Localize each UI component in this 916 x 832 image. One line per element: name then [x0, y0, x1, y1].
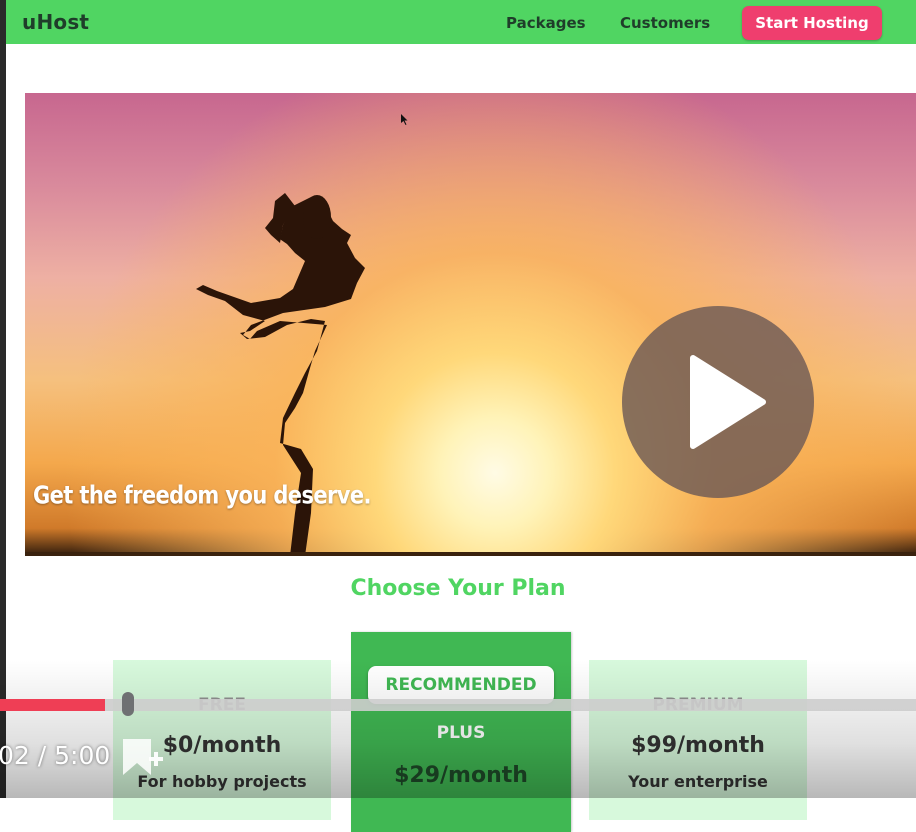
hero-image: Get the freedom you deserve.: [25, 93, 916, 556]
play-button[interactable]: [622, 306, 814, 498]
nav-customers-link[interactable]: Customers: [620, 14, 710, 32]
plan-price: $99/month: [631, 733, 765, 758]
plan-name: PLUS: [436, 723, 486, 743]
brand-logo[interactable]: uHost: [22, 10, 89, 34]
nav-packages-link[interactable]: Packages: [506, 14, 586, 32]
pricing-title: Choose Your Plan: [350, 576, 566, 601]
play-icon: [690, 355, 766, 449]
plan-price: $29/month: [394, 763, 528, 788]
plan-card-premium[interactable]: PREMIUM $99/month Your enterprise: [589, 660, 807, 820]
mouse-cursor-icon: [401, 114, 408, 125]
video-time-display: 02 / 5:00: [0, 741, 111, 770]
hero-caption: Get the freedom you deserve.: [33, 481, 371, 510]
video-scrubber-handle[interactable]: [122, 692, 134, 716]
video-progress-bar[interactable]: [0, 699, 916, 711]
window-edge: [0, 0, 6, 798]
bookmark-add-icon[interactable]: [121, 737, 165, 779]
start-hosting-button[interactable]: Start Hosting: [742, 6, 882, 40]
plan-description: Your enterprise: [628, 772, 768, 791]
plan-card-plus[interactable]: RECOMMENDED PLUS $29/month: [351, 632, 571, 832]
video-progress-fill: [0, 699, 106, 711]
site-header: uHost Packages Customers Start Hosting: [6, 0, 916, 44]
